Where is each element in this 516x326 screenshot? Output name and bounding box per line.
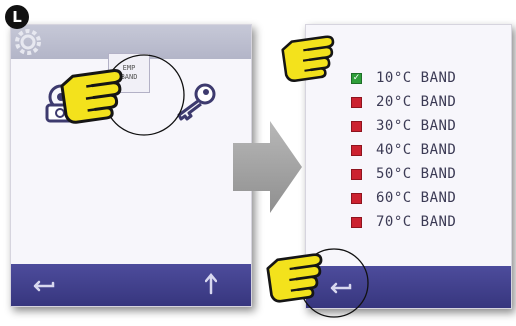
annotation-overlay — [59, 34, 369, 318]
step-badge: L — [5, 5, 29, 29]
pointer-hand-icon — [280, 34, 339, 84]
pointer-hand-icon — [265, 252, 328, 304]
pointer-hand-icon — [59, 68, 129, 125]
right-arrow-icon — [233, 121, 302, 213]
